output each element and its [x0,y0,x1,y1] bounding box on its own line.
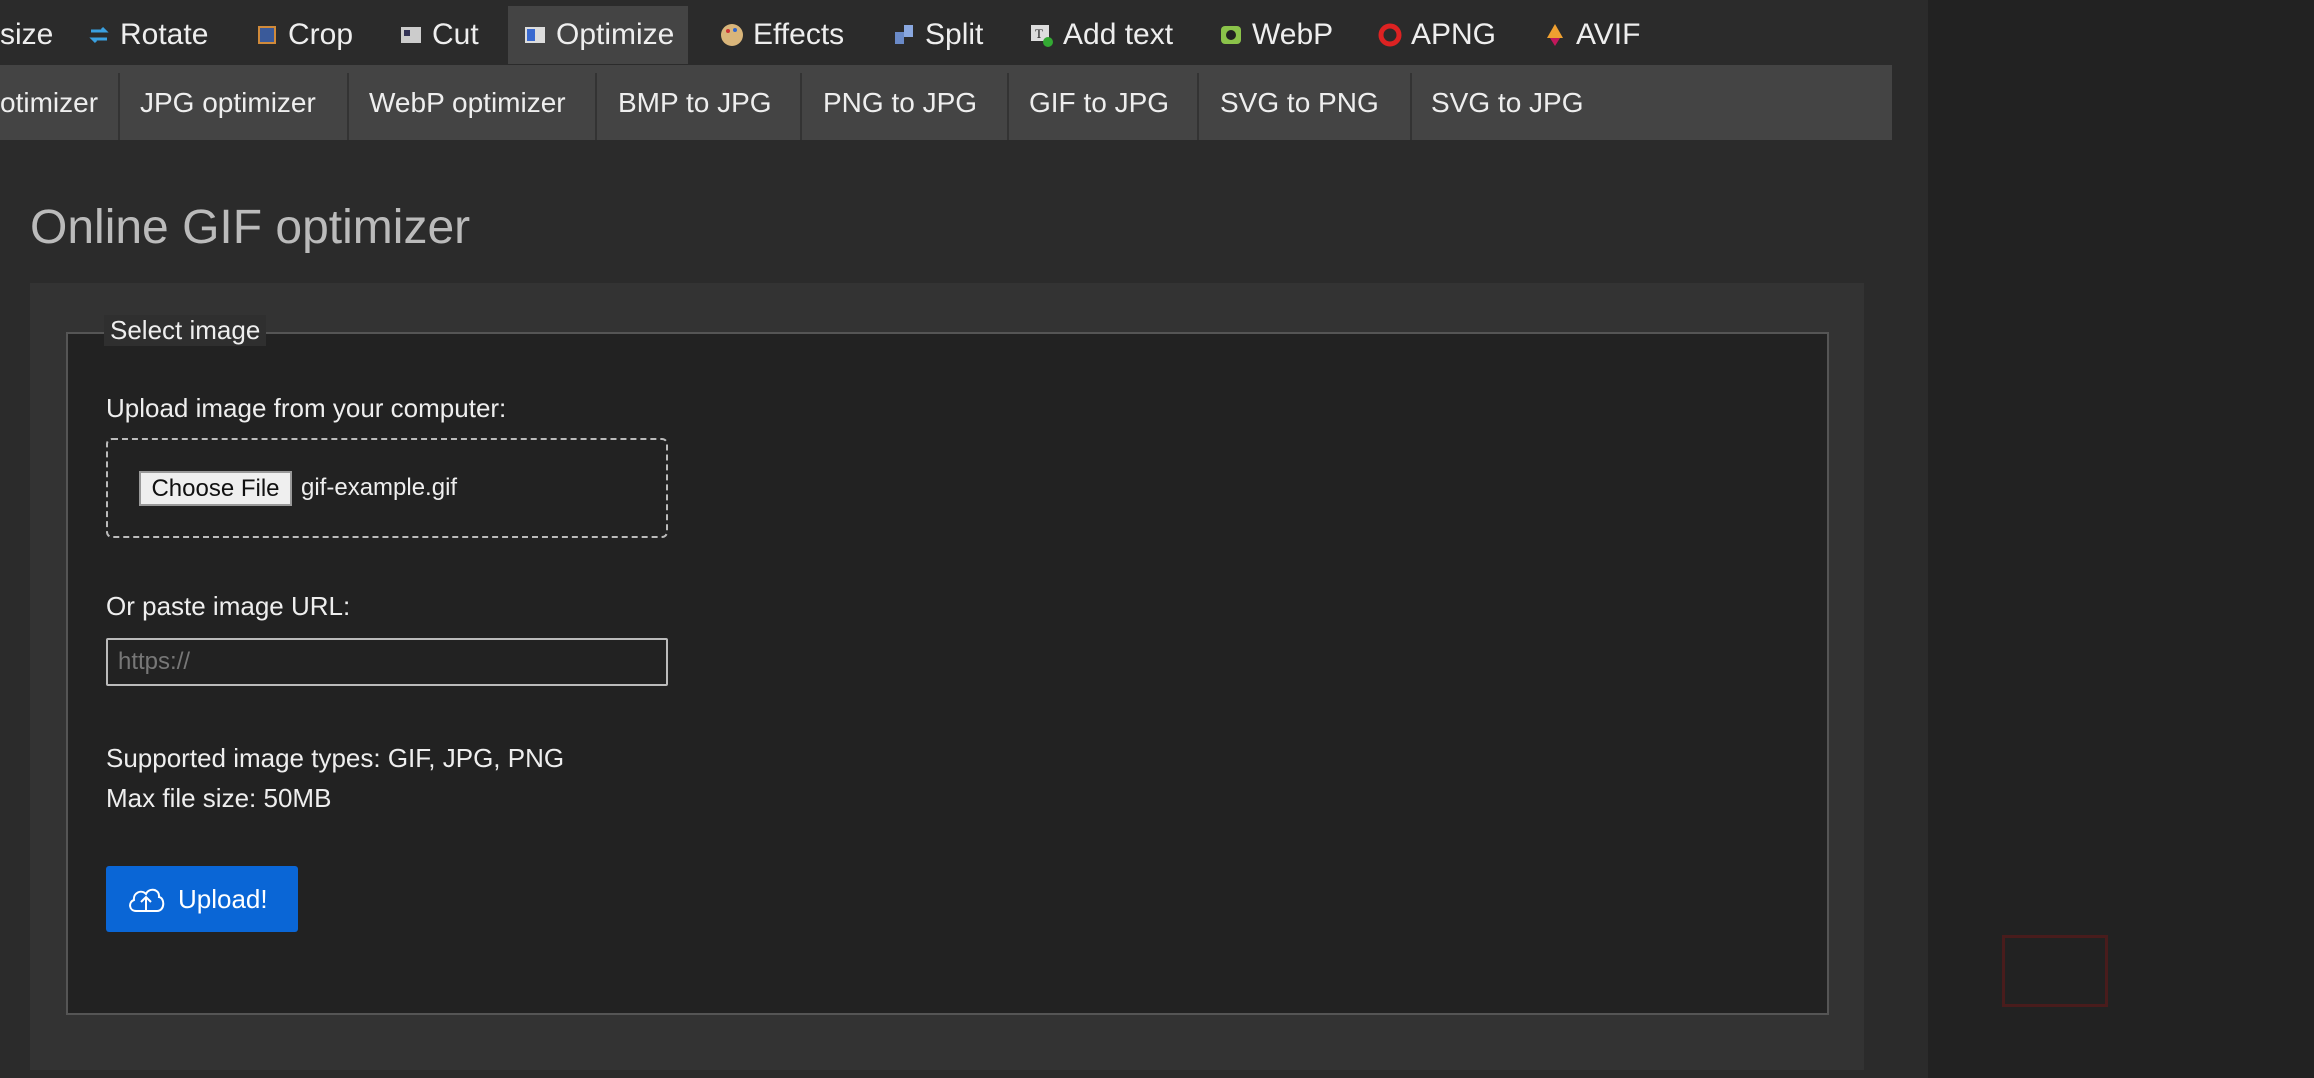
split-icon [891,22,917,48]
watermark-seal [2002,935,2108,1007]
subnav-webp-optimizer[interactable]: WebP optimizer [369,65,566,140]
upload-button-label: Upload! [178,883,268,914]
nav-label: AVIF [1576,18,1641,51]
subnav-svg-to-png[interactable]: SVG to PNG [1220,65,1379,140]
divider [118,73,120,140]
avif-icon [1542,22,1568,48]
right-pane [1928,0,2314,1078]
apng-icon [1377,22,1403,48]
subnav-svg-to-jpg[interactable]: SVG to JPG [1431,65,1584,140]
nav-rotate[interactable]: Rotate [86,6,208,64]
nav-label: Cut [432,18,479,51]
nav-avif[interactable]: AVIF [1542,6,1640,64]
webp-icon [1218,22,1244,48]
divider [595,73,597,140]
crop-icon [254,22,280,48]
subnav-gif-optimizer[interactable]: otimizer [0,65,98,140]
nav-label: Crop [288,18,354,51]
subnav-gif-to-jpg[interactable]: GIF to JPG [1029,65,1169,140]
nav-resize[interactable]: size [0,6,53,64]
nav-add-text[interactable]: T Add text [1029,6,1173,64]
divider [1410,73,1412,140]
subnav-bmp-to-jpg[interactable]: BMP to JPG [618,65,772,140]
nav-label: Optimize [556,18,675,51]
upload-label: Upload image from your computer: [106,393,507,423]
nav-label: Split [925,18,984,51]
nav-label: WebP [1252,18,1334,51]
cut-icon [398,22,424,48]
max-file-size: Max file size: 50MB [106,783,332,813]
optimize-icon [522,22,548,48]
palette-icon [719,22,745,48]
nav-effects[interactable]: Effects [719,6,844,64]
subnav-jpg-optimizer[interactable]: JPG optimizer [140,65,316,140]
nav-crop[interactable]: Crop [254,6,353,64]
nav-label: Effects [753,18,845,51]
cloud-upload-icon [126,883,166,915]
divider [1197,73,1199,140]
upload-button[interactable]: Upload! [106,866,298,932]
sub-nav: otimizer JPG optimizer WebP optimizer BM… [0,65,1892,140]
image-url-input[interactable] [106,638,668,686]
nav-label: size [0,18,54,51]
nav-apng[interactable]: APNG [1377,6,1496,64]
svg-text:T: T [1035,26,1043,41]
nav-label: APNG [1411,18,1497,51]
nav-optimize[interactable]: Optimize [508,6,689,64]
divider [800,73,802,140]
divider [347,73,349,140]
fieldset-legend: Select image [104,315,267,346]
top-nav: size Rotate Crop Cut Optimize Effects Sp… [0,0,1928,65]
nav-cut[interactable]: Cut [398,6,479,64]
divider [1007,73,1009,140]
supported-types: Supported image types: GIF, JPG, PNG [106,743,565,773]
selected-filename: gif-example.gif [301,474,458,501]
nav-webp[interactable]: WebP [1218,6,1333,64]
nav-label: Add text [1063,18,1174,51]
rotate-icon [86,22,112,48]
choose-file-button[interactable]: Choose File [139,471,292,506]
nav-split[interactable]: Split [891,6,983,64]
add-text-icon: T [1029,22,1055,48]
url-label: Or paste image URL: [106,591,351,621]
nav-label: Rotate [120,18,209,51]
page-title: Online GIF optimizer [30,201,471,254]
subnav-png-to-jpg[interactable]: PNG to JPG [823,65,977,140]
